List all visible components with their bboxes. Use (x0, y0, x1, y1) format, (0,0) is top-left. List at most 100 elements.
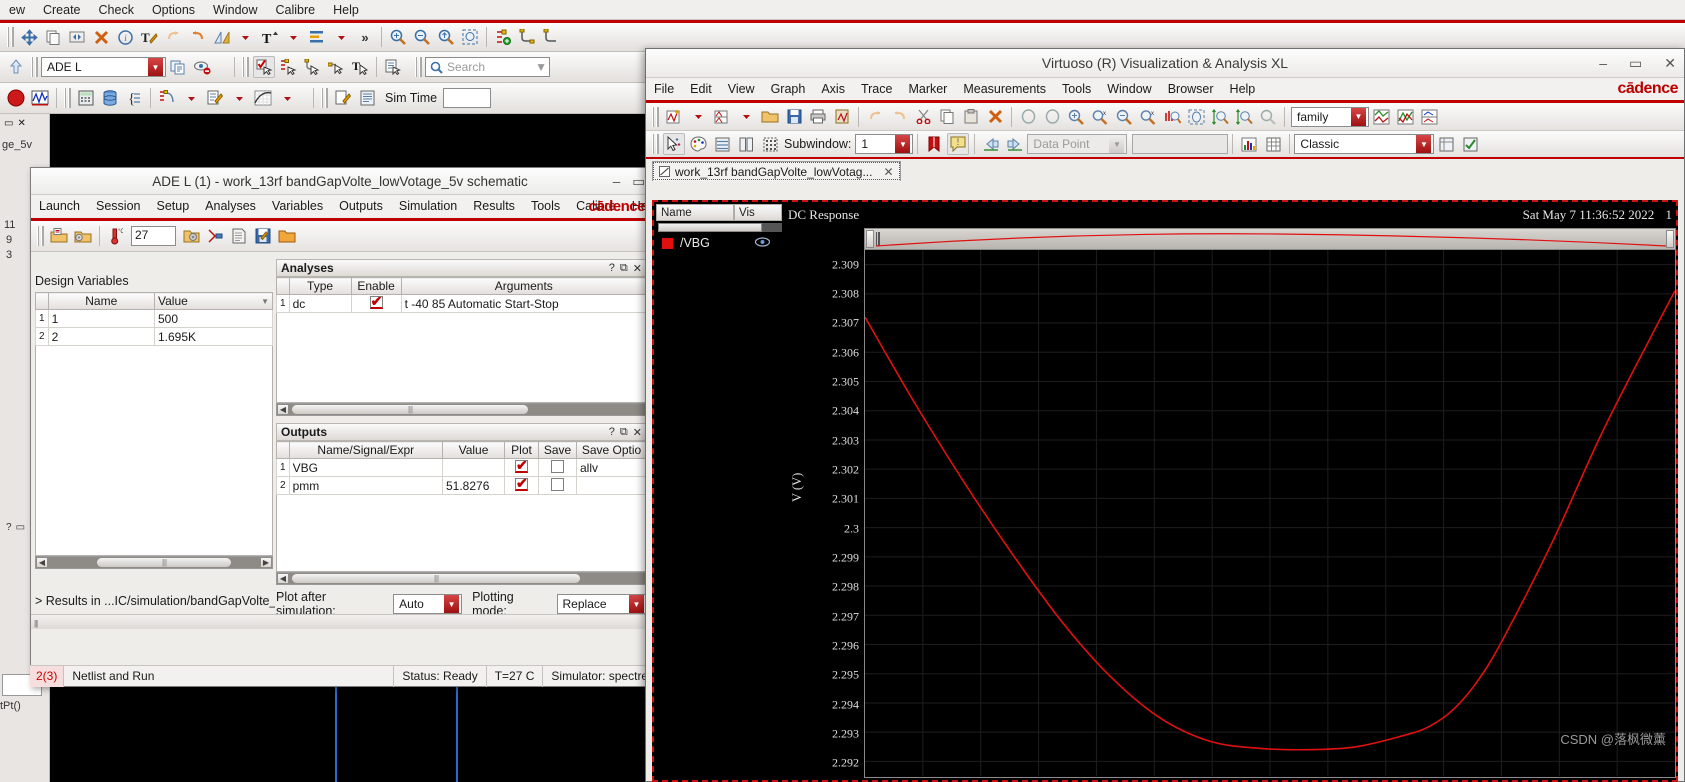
save-state-icon[interactable] (252, 225, 274, 247)
chevron-down-icon[interactable] (282, 26, 304, 48)
edit-text-icon[interactable]: T (138, 26, 160, 48)
undo-icon[interactable] (864, 106, 886, 128)
an-col-arguments[interactable]: Arguments (400, 277, 648, 295)
new-subwindow-icon[interactable] (711, 106, 733, 128)
chevron-down-icon[interactable]: ▼ (444, 595, 460, 613)
copy-icon[interactable] (936, 106, 958, 128)
ade-menu-session[interactable]: Session (88, 195, 148, 218)
chevron-down-icon[interactable] (330, 26, 352, 48)
stretch-icon[interactable] (66, 26, 88, 48)
out-save-cell[interactable] (538, 476, 577, 495)
scroll-left-icon[interactable]: ◀ (277, 573, 289, 584)
new-window-icon[interactable] (663, 106, 685, 128)
toolbar-grip[interactable] (242, 57, 249, 77)
signal-col-vis[interactable]: Vis (734, 204, 782, 221)
strip-chart-icon[interactable] (1370, 106, 1392, 128)
an-col-type[interactable]: Type (288, 277, 352, 295)
table-row[interactable]: 1 dc t -40 85 Automatic Start-Stop (276, 293, 648, 313)
dv-value-cell[interactable]: 500 (154, 309, 273, 328)
plot-canvas[interactable] (864, 250, 1676, 778)
table-row[interactable]: 1 VBG allv (276, 457, 647, 477)
chevron-down-icon[interactable] (687, 106, 709, 128)
maximize-icon[interactable]: ▭ (632, 174, 645, 190)
zoom-out-icon[interactable] (411, 26, 433, 48)
viz-menu-edit[interactable]: Edit (682, 78, 720, 100)
zoom-in-icon[interactable] (387, 26, 409, 48)
panel-minimize-icon[interactable]: ▭ (4, 118, 13, 129)
help-icon[interactable]: ? (6, 522, 12, 533)
waveform-icon[interactable] (29, 87, 51, 109)
copy-icon[interactable] (42, 26, 64, 48)
wire-icon[interactable] (516, 26, 538, 48)
scroll-left-icon[interactable]: ◀ (277, 404, 289, 415)
zoom-reset-icon[interactable] (1257, 106, 1279, 128)
signal-col-name[interactable]: Name (656, 204, 734, 221)
out-name-cell[interactable]: VBG (288, 458, 444, 477)
open-icon[interactable] (759, 106, 781, 128)
properties-icon[interactable] (382, 56, 404, 78)
style-selector[interactable]: Classic ▼ (1294, 134, 1435, 154)
menu-item-ew[interactable]: ew (0, 0, 34, 20)
ade-menu-analyses[interactable]: Analyses (197, 195, 264, 218)
zoom-out-icon[interactable] (1113, 106, 1135, 128)
analyses-hscrollbar[interactable]: ◀ |||| (276, 403, 647, 416)
close-icon[interactable]: ✕ (1664, 55, 1676, 72)
overlay-chart-icon[interactable] (1394, 106, 1416, 128)
zoom-out-x-icon[interactable]: x (1137, 106, 1159, 128)
plot-checkbox[interactable] (515, 475, 528, 492)
chevron-down-icon[interactable] (234, 26, 256, 48)
panel-help-buttons[interactable]: ? ▭ (6, 522, 25, 533)
wire-name-icon[interactable] (540, 26, 562, 48)
save-icon[interactable] (783, 106, 805, 128)
toolbar-grip[interactable] (31, 57, 38, 77)
design-variables-hscrollbar[interactable]: ◀ |||| ▶ (35, 556, 273, 569)
grid-view-icon[interactable] (759, 133, 781, 155)
more-tools-icon[interactable]: » (354, 26, 376, 48)
eye-icon[interactable] (754, 236, 771, 250)
copy-setup-icon[interactable] (167, 56, 189, 78)
chevron-down-icon[interactable]: ▼ (535, 60, 547, 74)
dv-name-cell[interactable]: 1 (47, 309, 156, 328)
minimize-icon[interactable]: – (613, 174, 621, 189)
chevron-down-icon[interactable] (276, 87, 298, 109)
subwindow-select[interactable]: 1 ▼ (855, 134, 914, 154)
float-icon[interactable]: ⧉ (620, 426, 628, 439)
minimize-icon[interactable]: – (1599, 55, 1607, 72)
out-col-value[interactable]: Value (442, 441, 505, 459)
tab-close-icon[interactable]: ✕ (883, 165, 893, 179)
toolbar-grip[interactable] (64, 88, 71, 108)
float-icon[interactable]: ⧉ (620, 262, 628, 275)
ade-menu-tools[interactable]: Tools (523, 195, 568, 218)
sim-time-input[interactable] (443, 88, 492, 108)
flip-icon[interactable] (210, 26, 232, 48)
ade-menu-variables[interactable]: Variables (264, 195, 331, 218)
zoom-in-x-icon[interactable]: x (1089, 106, 1111, 128)
bookmark-icon[interactable] (923, 133, 945, 155)
viz-menu-marker[interactable]: Marker (900, 78, 955, 100)
design-variables-empty-area[interactable] (35, 346, 273, 556)
out-col-name[interactable]: Name/Signal/Expr (288, 441, 444, 459)
an-arguments-cell[interactable]: t -40 85 Automatic Start-Stop (400, 294, 648, 313)
scrollbar-thumb[interactable]: |||| (96, 557, 232, 568)
out-saveopt-cell[interactable]: allv (576, 458, 647, 477)
chevron-down-icon[interactable] (228, 87, 250, 109)
viz-menu-view[interactable]: View (720, 78, 763, 100)
menu-item-window[interactable]: Window (204, 0, 266, 20)
annotate-icon[interactable] (332, 87, 354, 109)
columns-view-icon[interactable] (735, 133, 757, 155)
save-checkbox[interactable] (551, 477, 564, 491)
an-enable-cell[interactable] (350, 293, 402, 313)
delete-icon[interactable] (90, 26, 112, 48)
scroll-right-icon[interactable]: ▶ (260, 557, 272, 568)
select-wire-icon[interactable] (301, 56, 323, 78)
ade-menu-launch[interactable]: Launch (31, 195, 88, 218)
viz-titlebar[interactable]: Virtuoso (R) Visualization & Analysis XL… (646, 49, 1684, 78)
select-all-icon[interactable] (253, 56, 275, 78)
chevron-down-icon[interactable]: ▼ (1109, 135, 1125, 153)
add-instance-icon[interactable] (492, 26, 514, 48)
stop-simulation-icon[interactable] (5, 87, 27, 109)
chevron-down-icon[interactable]: ▼ (148, 58, 163, 76)
mode-selector[interactable]: ADE L ▼ (41, 57, 166, 77)
annotation-icon[interactable]: ! (947, 133, 970, 155)
select-pin-icon[interactable] (325, 56, 347, 78)
